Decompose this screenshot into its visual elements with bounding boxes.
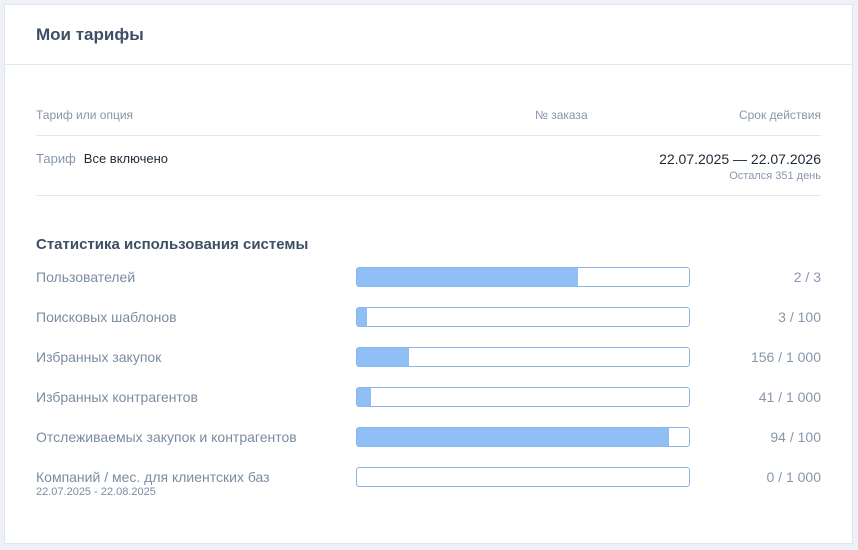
card-body: Тариф или опция № заказа Срок действия Т… (5, 65, 852, 507)
stat-value: 94 / 100 (770, 429, 821, 445)
column-header-term: Срок действия (738, 108, 821, 122)
tariff-type: Тариф (36, 151, 76, 166)
stat-row-favorite-purchases: Избранных закупок 156 / 1 000 (36, 347, 821, 387)
stat-progress-fill (357, 428, 670, 446)
stat-row-companies: Компаний / мес. для клиентских баз 22.07… (36, 467, 821, 507)
column-header-name: Тариф или опция (36, 108, 134, 122)
stat-value: 2 / 3 (793, 269, 821, 285)
stat-row-favorite-counterparties: Избранных контрагентов 41 / 1 000 (36, 387, 821, 427)
stat-label: Избранных контрагентов (36, 389, 198, 405)
stat-value: 156 / 1 000 (750, 349, 821, 365)
stat-row-search-templates: Поисковых шаблонов 3 / 100 (36, 307, 821, 347)
stat-label: Избранных закупок (36, 349, 162, 365)
stat-progress-bar (356, 267, 690, 287)
stat-row-users: Пользователей 2 / 3 (36, 267, 821, 307)
stat-label: Отслеживаемых закупок и контрагентов (36, 429, 297, 445)
stats-list: Пользователей 2 / 3 Поисковых шаблонов 3… (36, 267, 821, 507)
stat-progress-bar (356, 467, 690, 487)
stat-value: 3 / 100 (778, 309, 821, 325)
stat-progress-bar (356, 347, 690, 367)
tariff-row: Тариф Все включено 22.07.2025 — 22.07.202… (36, 136, 821, 196)
stat-row-tracked: Отслеживаемых закупок и контрагентов 94 … (36, 427, 821, 467)
stat-progress-bar (356, 427, 690, 447)
tariff-name: Все включено (83, 151, 168, 166)
page-title: Мои тарифы (36, 24, 144, 44)
stat-progress-fill (357, 388, 371, 406)
stat-sublabel: 22.07.2025 - 22.08.2025 (36, 486, 156, 498)
stats-title: Статистика использования системы (36, 236, 309, 253)
stat-label: Пользователей (36, 269, 136, 285)
column-header-order: № заказа (535, 108, 588, 122)
tariff-period: 22.07.2025 — 22.07.2026 (659, 151, 821, 167)
tariffs-card: Мои тарифы Тариф или опция № заказа Срок… (4, 4, 853, 544)
stat-value: 41 / 1 000 (758, 389, 821, 405)
stat-label: Компаний / мес. для клиентских баз (36, 469, 270, 485)
stat-progress-fill (357, 268, 579, 286)
stat-progress-fill (357, 348, 409, 366)
tariff-name-cell: Тариф Все включено (36, 151, 659, 195)
tariff-term-cell: 22.07.2025 — 22.07.2026 Остался 351 день (659, 151, 821, 195)
stat-progress-bar (356, 307, 690, 327)
stat-value: 0 / 1 000 (766, 469, 822, 485)
stat-progress-fill (357, 308, 367, 326)
stat-label: Поисковых шаблонов (36, 309, 177, 325)
tariff-table-header: Тариф или опция № заказа Срок действия (36, 65, 821, 136)
stat-progress-bar (356, 387, 690, 407)
card-header: Мои тарифы (5, 5, 852, 65)
tariff-remaining: Остался 351 день (729, 170, 821, 182)
